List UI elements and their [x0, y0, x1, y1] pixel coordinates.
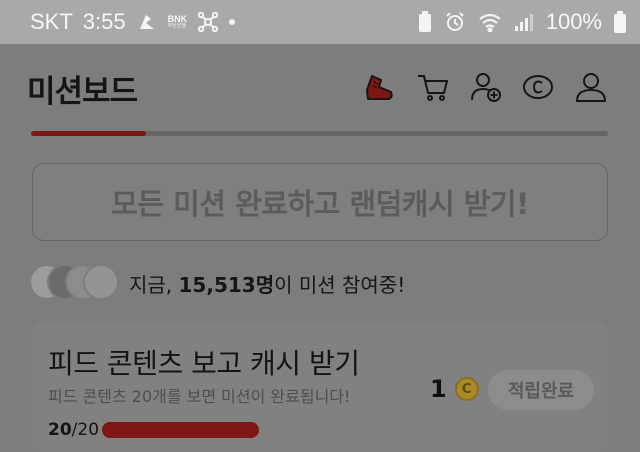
bank-notification-icon: BNK 부산은행 — [167, 14, 188, 29]
battery-percent: 100% — [545, 9, 602, 34]
mission-card[interactable]: 피드 콘텐츠 보고 캐시 받기 피드 콘텐츠 20개를 보면 미션이 완료됩니다… — [32, 322, 608, 452]
status-bar: SKT 3:55 BNK 부산은행 100% — [0, 0, 640, 44]
mission-progress-fill — [31, 131, 147, 136]
mission-reward: 1 C — [430, 375, 479, 403]
battery-saver-icon — [418, 11, 432, 33]
participants-text: 지금, 15,513명이 미션 참여중! — [129, 272, 406, 297]
avatar — [83, 264, 119, 300]
wifi-icon — [478, 12, 502, 32]
notification-app-icon — [136, 11, 158, 33]
carrier-label: SKT — [30, 9, 73, 34]
profile-icon[interactable] — [574, 70, 608, 104]
participant-avatars — [29, 264, 121, 302]
page-title: 미션보드 — [27, 74, 138, 110]
shoe-icon[interactable] — [362, 70, 396, 104]
battery-icon — [614, 11, 626, 33]
cart-icon[interactable] — [416, 70, 450, 104]
cash-coin-icon: C — [454, 377, 479, 401]
add-friend-icon[interactable] — [469, 70, 503, 104]
signal-icon — [514, 12, 534, 32]
alarm-icon — [444, 11, 466, 33]
share-hub-icon — [197, 11, 219, 33]
mission-subtitle: 피드 콘텐츠 20개를 보면 미션이 완료됩니다! — [48, 387, 351, 406]
mission-title: 피드 콘텐츠 보고 캐시 받기 — [48, 347, 360, 380]
mission-card-progress-fill — [102, 422, 259, 438]
all-missions-banner[interactable]: 모든 미션 완료하고 랜덤캐시 받기! — [32, 163, 608, 241]
coin-icon[interactable] — [521, 70, 555, 104]
reward-amount: 1 — [430, 375, 447, 403]
participants-row: 지금, 15,513명이 미션 참여중! — [29, 264, 405, 302]
more-notifications-dot — [229, 19, 236, 25]
mission-progress-count: 20/20 — [48, 420, 100, 440]
clock: 3:55 — [82, 9, 126, 34]
participants-count: 15,513명 — [178, 272, 275, 297]
mission-progress-bar — [31, 131, 608, 136]
claim-complete-button[interactable]: 적립완료 — [488, 370, 594, 410]
